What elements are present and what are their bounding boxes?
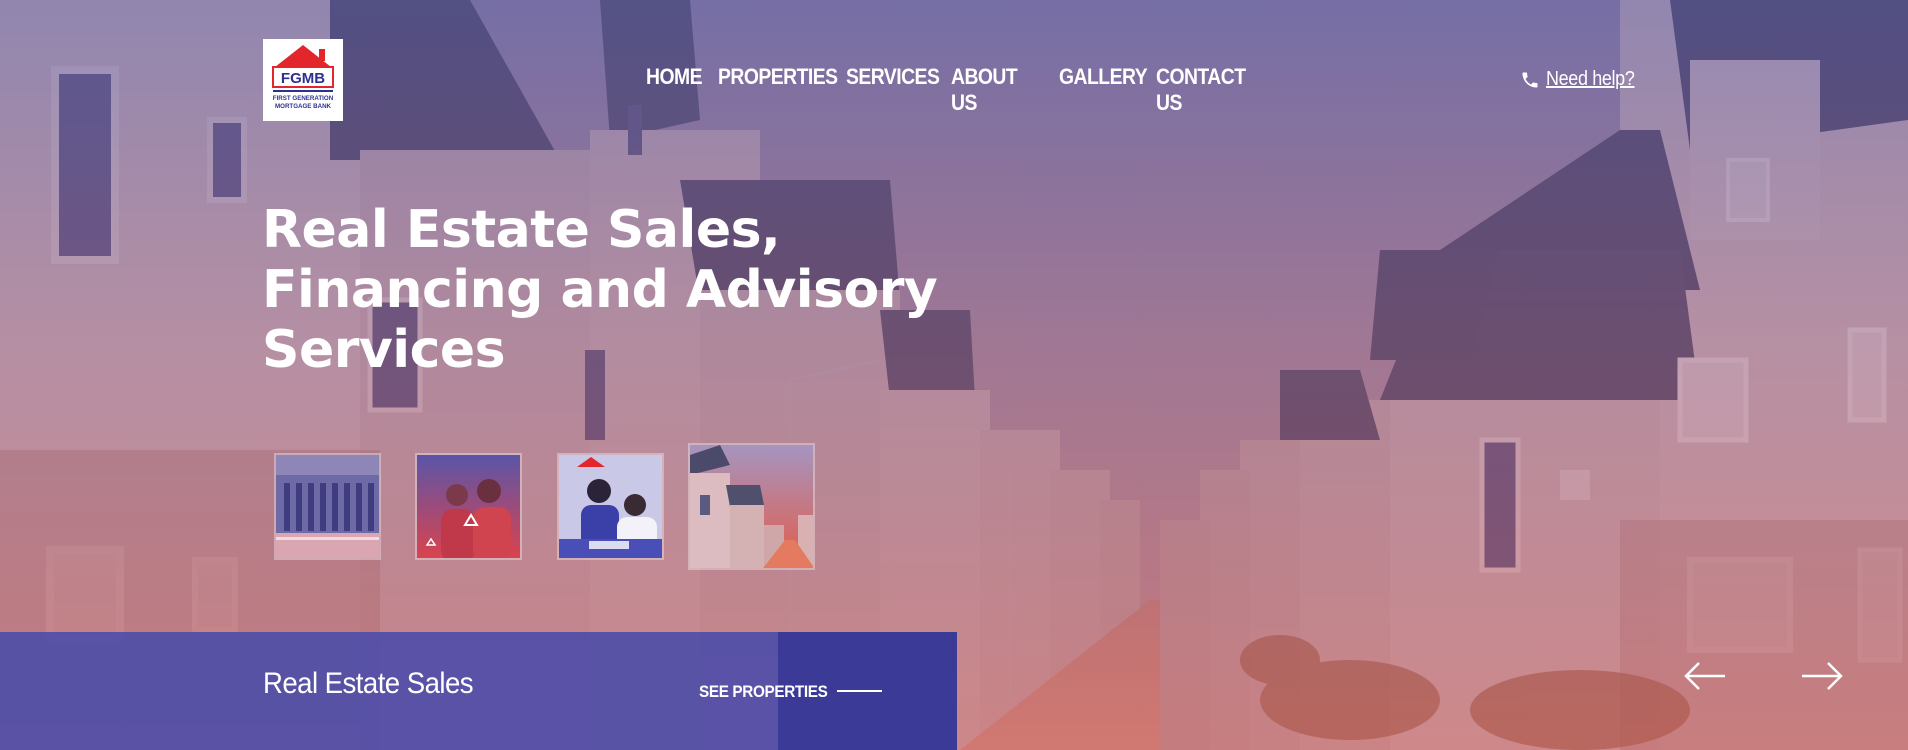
- headline-line-2: Financing and Advisory: [262, 260, 938, 320]
- nav-services[interactable]: SERVICES: [846, 64, 940, 116]
- thumbnail-team[interactable]: [557, 453, 664, 560]
- brand-logo[interactable]: FGMB FIRST GENERATION MORTGAGE BANK: [263, 39, 343, 121]
- nav-properties[interactable]: PROPERTIES: [718, 64, 838, 116]
- nav-about-us[interactable]: ABOUT US: [951, 64, 1028, 116]
- need-help-link[interactable]: Need help?: [1520, 68, 1644, 91]
- logo-abbrev: FGMB: [281, 70, 325, 87]
- main-nav: HOME PROPERTIES SERVICES ABOUT US GALLER…: [646, 64, 1266, 116]
- arrow-left-icon[interactable]: [1683, 660, 1727, 692]
- need-help-label: Need help?: [1546, 68, 1635, 90]
- phone-icon: [1522, 72, 1538, 87]
- nav-home[interactable]: HOME: [646, 64, 703, 116]
- headline-line-3: Services: [262, 320, 506, 380]
- nav-gallery[interactable]: GALLERY: [1059, 64, 1148, 116]
- hero-headline: Real Estate Sales, Financing and Advisor…: [262, 200, 982, 380]
- arrow-right-icon[interactable]: [1800, 660, 1844, 692]
- logo-line-2: MORTGAGE BANK: [275, 103, 332, 110]
- thumbnail-customers[interactable]: [415, 453, 522, 560]
- see-properties-line-icon: [837, 690, 882, 692]
- slide-title: Real Estate Sales: [263, 667, 474, 700]
- logo-line-1: FIRST GENERATION: [273, 95, 334, 102]
- thumbnail-building[interactable]: [274, 453, 381, 560]
- thumbnail-estate[interactable]: [688, 443, 815, 570]
- see-properties-link[interactable]: SEE PROPERTIES: [699, 682, 828, 702]
- headline-line-1: Real Estate Sales,: [262, 200, 781, 260]
- nav-contact-us[interactable]: CONTACT US: [1156, 64, 1253, 116]
